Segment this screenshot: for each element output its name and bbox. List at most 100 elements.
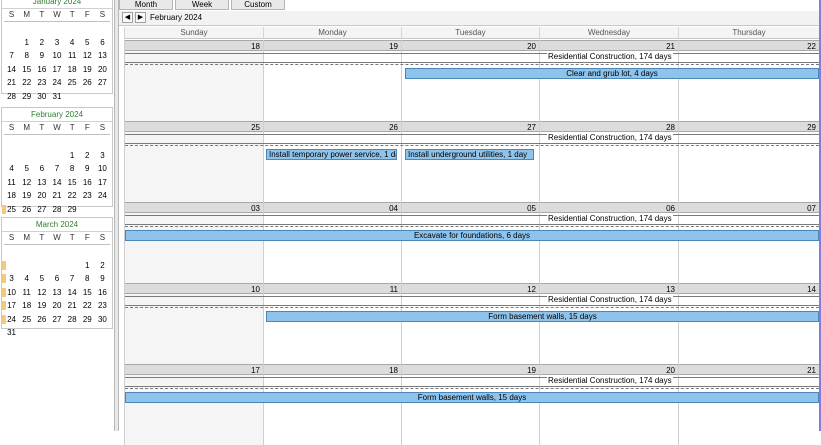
mini-day[interactable]: 10 [1,286,19,300]
summary-task-bar[interactable] [125,377,819,389]
mini-day[interactable]: 16 [34,63,49,77]
mini-day[interactable]: 7 [65,272,80,286]
mini-day[interactable]: 26 [80,76,95,90]
mini-day[interactable]: 1 [80,259,95,273]
mini-day[interactable]: 19 [19,189,34,203]
mini-day[interactable]: 10 [95,162,110,176]
mini-day[interactable]: 15 [65,176,80,190]
summary-task-bar[interactable] [125,296,819,308]
mini-day[interactable]: 5 [19,162,34,176]
mini-day[interactable]: 28 [49,203,64,217]
mini-day[interactable]: 10 [49,49,64,63]
mini-day[interactable]: 13 [49,286,64,300]
task-bar[interactable]: Form basement walls, 15 days [266,311,819,322]
mini-day[interactable]: 7 [4,49,19,63]
mini-day[interactable]: 17 [49,63,64,77]
mini-day[interactable]: 2 [34,36,49,50]
mini-day[interactable]: 14 [4,63,19,77]
mini-day[interactable]: 9 [34,49,49,63]
mini-day[interactable]: 4 [65,36,80,50]
mini-day[interactable]: 24 [1,313,19,327]
mini-day[interactable]: 20 [95,63,110,77]
tab-custom[interactable]: Custom [231,0,285,10]
mini-day[interactable]: 19 [34,299,49,313]
mini-day[interactable]: 3 [49,36,64,50]
mini-day[interactable]: 20 [49,299,64,313]
mini-day[interactable]: 21 [65,299,80,313]
mini-day[interactable]: 22 [65,189,80,203]
mini-day[interactable]: 26 [19,203,34,217]
mini-day[interactable]: 25 [65,76,80,90]
mini-day[interactable]: 11 [65,49,80,63]
mini-day[interactable]: 3 [1,272,19,286]
mini-day[interactable]: 14 [65,286,80,300]
mini-day[interactable]: 21 [4,76,19,90]
mini-day[interactable]: 6 [49,272,64,286]
mini-day[interactable]: 5 [80,36,95,50]
mini-day[interactable]: 17 [1,299,19,313]
mini-day[interactable]: 12 [19,176,34,190]
summary-task-bar[interactable] [125,53,819,65]
mini-day[interactable]: 21 [49,189,64,203]
summary-task-bar[interactable] [125,134,819,146]
mini-day[interactable]: 14 [49,176,64,190]
mini-day[interactable]: 27 [34,203,49,217]
mini-day[interactable]: 4 [4,162,19,176]
mini-day[interactable]: 11 [4,176,19,190]
mini-day[interactable]: 23 [34,76,49,90]
mini-day[interactable]: 3 [95,149,110,163]
mini-day[interactable]: 4 [19,272,34,286]
mini-day[interactable]: 27 [95,76,110,90]
mini-day[interactable]: 26 [34,313,49,327]
mini-day[interactable]: 29 [65,203,80,217]
mini-day[interactable]: 17 [95,176,110,190]
mini-day[interactable]: 22 [19,76,34,90]
mini-day[interactable]: 6 [95,36,110,50]
tab-month[interactable]: Month [119,0,173,10]
mini-day[interactable]: 2 [80,149,95,163]
mini-day[interactable]: 27 [49,313,64,327]
mini-day[interactable]: 15 [80,286,95,300]
mini-day[interactable]: 25 [19,313,34,327]
mini-day[interactable]: 24 [49,76,64,90]
task-bar[interactable]: Excavate for foundations, 6 days [125,230,819,241]
mini-day[interactable]: 22 [80,299,95,313]
mini-day[interactable]: 23 [80,189,95,203]
mini-day[interactable]: 7 [49,162,64,176]
mini-day[interactable]: 9 [80,162,95,176]
mini-day[interactable]: 28 [65,313,80,327]
task-bar[interactable]: Clear and grub lot, 4 days [405,68,819,79]
mini-day[interactable]: 1 [65,149,80,163]
mini-day[interactable]: 23 [95,299,110,313]
mini-day[interactable]: 28 [4,90,19,104]
mini-day[interactable]: 8 [80,272,95,286]
mini-day[interactable]: 18 [4,189,19,203]
mini-day[interactable]: 5 [34,272,49,286]
mini-day[interactable]: 6 [34,162,49,176]
mini-day[interactable]: 8 [65,162,80,176]
mini-day[interactable]: 29 [80,313,95,327]
task-bar[interactable]: Install underground utilities, 1 day [405,149,534,160]
mini-day[interactable]: 31 [49,90,64,104]
previous-month-button[interactable]: ◀ [122,12,133,23]
mini-day[interactable]: 29 [19,90,34,104]
mini-day[interactable]: 30 [34,90,49,104]
mini-day[interactable]: 24 [95,189,110,203]
mini-day[interactable]: 16 [80,176,95,190]
pane-splitter[interactable] [114,0,119,431]
task-bar[interactable]: Form basement walls, 15 days [125,392,819,403]
mini-day[interactable]: 19 [80,63,95,77]
mini-day[interactable]: 20 [34,189,49,203]
mini-day[interactable]: 31 [4,326,19,340]
mini-day[interactable]: 12 [80,49,95,63]
mini-day[interactable]: 25 [1,203,19,217]
tab-week[interactable]: Week [175,0,229,10]
mini-day[interactable]: 1 [19,36,34,50]
mini-day[interactable]: 13 [34,176,49,190]
mini-day[interactable]: 2 [95,259,110,273]
mini-day[interactable]: 8 [19,49,34,63]
mini-day[interactable]: 15 [19,63,34,77]
task-bar[interactable]: Install temporary power service, 1 day [266,149,397,160]
summary-task-bar[interactable] [125,215,819,227]
next-month-button[interactable]: ▶ [135,12,146,23]
